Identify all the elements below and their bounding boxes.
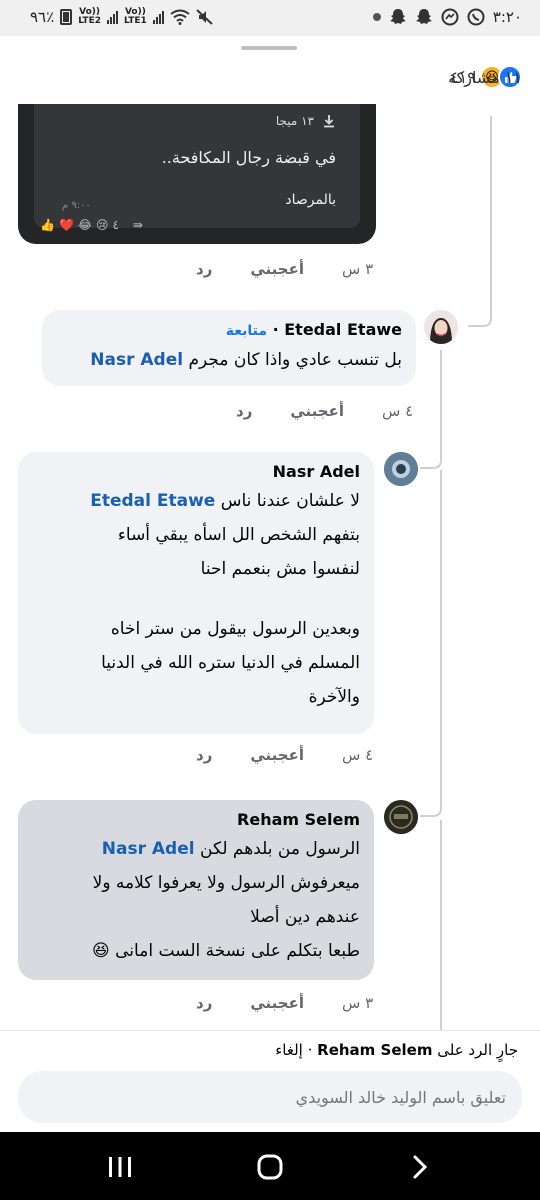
avatar[interactable] — [384, 800, 418, 834]
laugh-icon: 😂 — [77, 218, 92, 232]
recents-button[interactable] — [100, 1150, 140, 1184]
like-button[interactable]: أعجبني — [250, 746, 304, 764]
reply-button[interactable]: رد — [196, 746, 212, 764]
follow-button[interactable]: متابعة — [226, 323, 267, 339]
image-attachment[interactable]: ١٣ ميجا في قبضة رجال المكافحة.. بالمرصاد… — [18, 104, 376, 244]
image-text-line: في قبضة رجال المكافحة.. — [161, 148, 336, 167]
image-reactions: 👍 ❤️ 😂 😢 ٤ ⇛ — [40, 218, 143, 232]
comment-text: وبعدين الرسول بيقول من ستر اخاه — [110, 619, 360, 639]
mention-link[interactable]: Nasr Adel — [102, 839, 195, 859]
comment-time: ٣ س — [341, 994, 374, 1012]
avatar[interactable] — [424, 310, 458, 344]
comment-text: طبعا بتكلم على نسخة الست امانى 😆 — [92, 941, 360, 961]
home-button[interactable] — [250, 1150, 290, 1184]
comment-text: والآخرة — [308, 687, 360, 707]
comment-text: لنفسوا مش بنعمم احنا — [200, 559, 360, 579]
cancel-reply-button[interactable]: إلغاء — [275, 1041, 303, 1059]
reply-button[interactable]: رد — [196, 994, 212, 1012]
comment-time: ٤ س — [341, 746, 374, 764]
back-icon — [413, 1155, 428, 1179]
comment-text: المسلم في الدنيا ستره الله في الدنيا — [101, 653, 360, 673]
comment-text: بتفهم الشخص الل اسأه يبقي أساء — [117, 525, 360, 545]
comment-author[interactable]: Etedal Etawe — [284, 320, 402, 339]
comment-text: بل تنسب عادي واذا كان مجرم Nasr Adel — [90, 350, 402, 370]
mention-link[interactable]: Etedal Etawe — [90, 491, 215, 511]
comment-text: عندهم دين أصلا — [250, 907, 360, 927]
avatar[interactable] — [384, 452, 418, 486]
comment-author[interactable]: Reham Selem — [32, 808, 360, 832]
reply-button[interactable]: رد — [196, 260, 212, 278]
back-button[interactable] — [400, 1150, 440, 1184]
cry-laugh-icon: 😢 — [95, 218, 109, 232]
recents-icon — [109, 1157, 131, 1177]
replying-to-name: Reham Selem — [317, 1041, 433, 1059]
download-size: ١٣ ميجا — [276, 114, 336, 128]
thumbs-up-icon: 👍 — [40, 218, 55, 232]
comment-time: ٣ س — [341, 260, 374, 278]
laughing-emoji-icon: 😆 — [92, 941, 110, 961]
comment-author[interactable]: Nasr Adel — [32, 460, 360, 484]
image-reaction-count: ٤ — [112, 218, 119, 232]
replying-to: جارٍ الرد على Reham Selem · إلغاء — [275, 1041, 518, 1059]
comment-text: لا علشان عندنا ناس Etedal Etawe — [90, 491, 360, 511]
comment-text: الرسول من بلدهم لكن Nasr Adel — [101, 839, 360, 859]
comment-bubble[interactable]: Nasr Adel لا علشان عندنا ناس Etedal Etaw… — [18, 452, 374, 734]
image-timestamp: ٩:٠٠ م — [62, 200, 91, 211]
comment-actions: ٤ س أعجبني رد — [236, 402, 413, 420]
comment-actions: ٣ س أعجبني رد — [196, 994, 373, 1012]
comment-actions: ٤ س أعجبني رد — [196, 746, 373, 764]
forward-icon: ⇛ — [132, 218, 143, 232]
like-button[interactable]: أعجبني — [250, 260, 304, 278]
comment-time: ٤ س — [381, 402, 414, 420]
reply-composer: جارٍ الرد على Reham Selem · إلغاء — [0, 1030, 540, 1132]
comment-text: ميعرفوش الرسول ولا يعرفوا كلامه ولا — [92, 873, 360, 893]
comment-bubble[interactable]: Etedal Etawe · متابعة بل تنسب عادي واذا … — [42, 310, 416, 386]
mention-link[interactable]: Nasr Adel — [90, 350, 183, 370]
comment-actions: ٣ س أعجبني رد — [196, 260, 373, 278]
like-button[interactable]: أعجبني — [290, 402, 344, 420]
image-text-line: بالمرصاد — [285, 192, 336, 208]
image-content: ١٣ ميجا في قبضة رجال المكافحة.. بالمرصاد… — [34, 104, 360, 228]
comment-bubble[interactable]: Reham Selem الرسول من بلدهم لكن Nasr Ade… — [18, 800, 374, 980]
download-icon — [324, 115, 334, 128]
like-button[interactable]: أعجبني — [250, 994, 304, 1012]
reply-button[interactable]: رد — [236, 402, 252, 420]
home-icon — [257, 1154, 283, 1180]
comment-input[interactable] — [18, 1071, 522, 1123]
heart-icon: ❤️ — [58, 218, 74, 232]
system-nav-bar — [0, 1132, 540, 1200]
